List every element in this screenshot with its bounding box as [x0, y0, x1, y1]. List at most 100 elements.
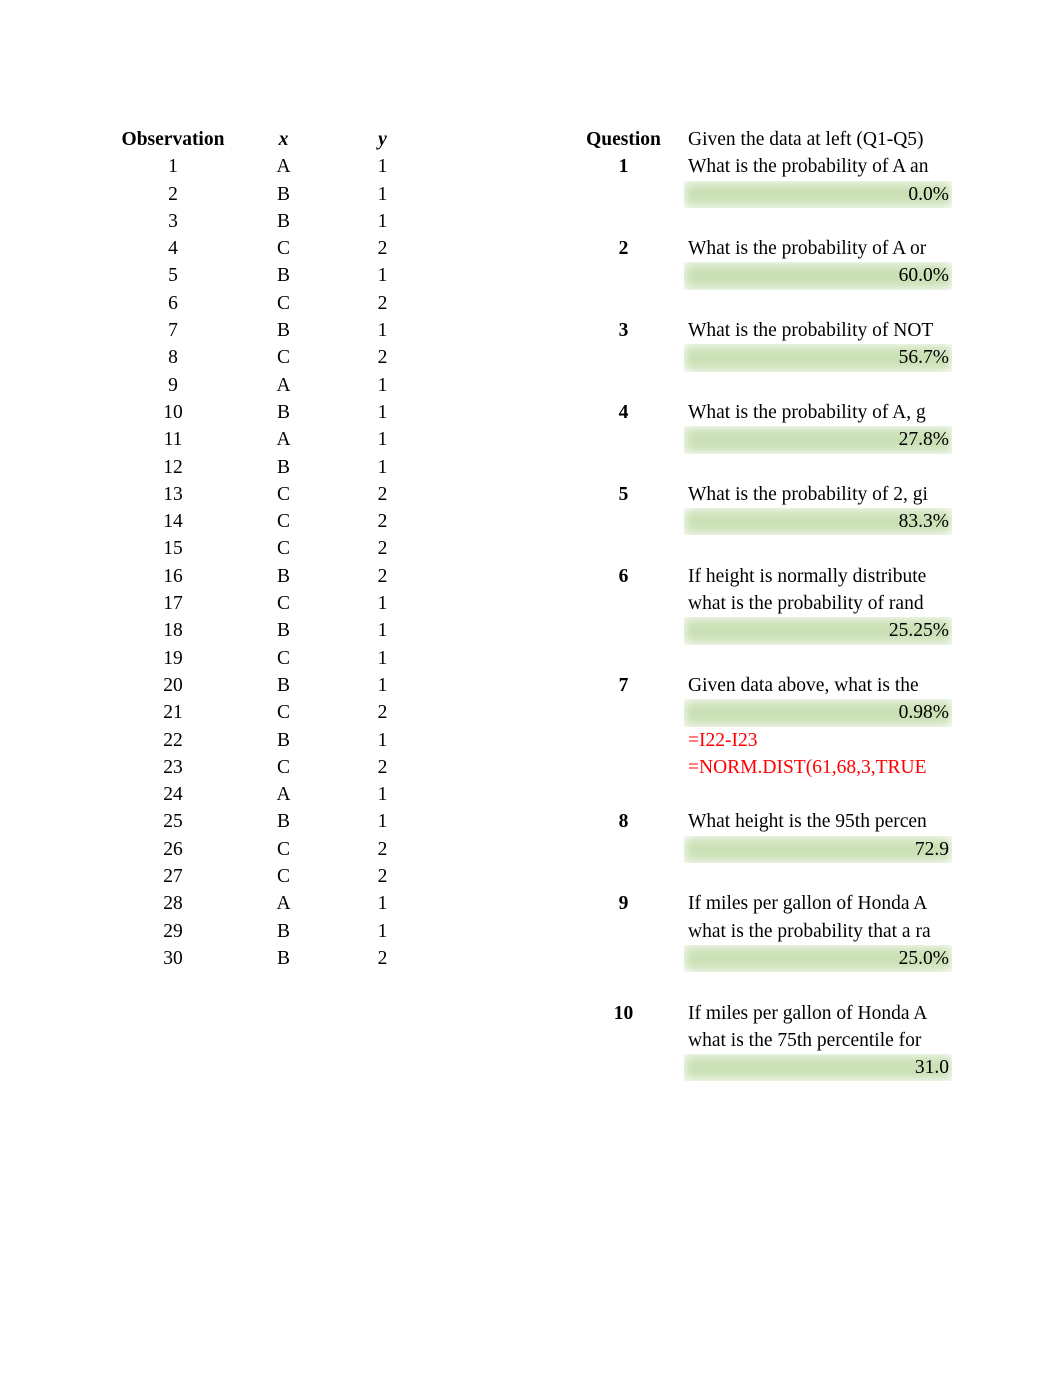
- answer-value: 25.0%: [898, 947, 949, 969]
- cell-x: A: [276, 893, 291, 915]
- answer-value: 60.0%: [898, 265, 949, 287]
- table-row: 15 C 2: [112, 535, 432, 562]
- cell-x: B: [276, 729, 290, 751]
- cell-x: B: [276, 401, 290, 423]
- formula-text: =NORM.DIST(61,68,3,TRUE: [688, 756, 927, 778]
- cell-x: C: [276, 866, 290, 888]
- answer-value: 31.0: [914, 1057, 949, 1079]
- cell-x: C: [276, 238, 290, 260]
- cell-observation: 29: [163, 920, 183, 942]
- table-row: 1 A 1: [112, 153, 432, 180]
- question-number: 8: [618, 811, 629, 833]
- answer-row: 25.25%: [575, 617, 955, 644]
- cell-x: C: [276, 538, 290, 560]
- questions-column-header: Question: [586, 129, 661, 150]
- cell-y: 2: [377, 756, 388, 778]
- cell-x: A: [276, 156, 291, 178]
- question-number: 10: [613, 1002, 634, 1024]
- question-number: 3: [618, 320, 629, 342]
- cell-observation: 3: [168, 210, 178, 232]
- table-row: 13 C 2: [112, 481, 432, 508]
- answer-value: 27.8%: [898, 429, 949, 451]
- cell-observation: 21: [163, 702, 183, 724]
- table-row: 22 B 1: [112, 727, 432, 754]
- cell-observation: 28: [163, 893, 183, 915]
- question-number: 9: [618, 893, 629, 915]
- cell-x: B: [276, 620, 290, 642]
- answer-cell[interactable]: 83.3%: [684, 508, 952, 535]
- cell-observation: 14: [163, 511, 183, 533]
- question-row: what is the probability that a ra: [575, 918, 955, 945]
- question-text: Given data above, what is the: [688, 674, 919, 696]
- cell-y: 1: [377, 674, 388, 696]
- table-row: 11 A 1: [112, 426, 432, 453]
- question-text: What height is the 95th percen: [688, 811, 927, 833]
- question-text: What is the probability of NOT: [688, 320, 934, 342]
- spacer-row: [575, 535, 955, 562]
- spacer-row: [575, 1081, 955, 1108]
- cell-y: 2: [377, 866, 388, 888]
- answer-value: 0.0%: [908, 183, 949, 205]
- answer-value: 0.98%: [898, 702, 949, 724]
- answer-cell[interactable]: 25.25%: [684, 617, 952, 644]
- answer-cell[interactable]: 0.0%: [684, 181, 952, 208]
- formula-row: =NORM.DIST(61,68,3,TRUE: [575, 754, 955, 781]
- answer-cell[interactable]: 72.9: [684, 836, 952, 863]
- cell-observation: 16: [163, 565, 183, 587]
- cell-x: C: [276, 347, 290, 369]
- table-row: 25 B 1: [112, 808, 432, 835]
- answer-cell[interactable]: 27.8%: [684, 426, 952, 453]
- table-row: 20 B 1: [112, 672, 432, 699]
- data-table-body: 1 A 1 2 B 1 3 B 1 4 C 2 5 B 1 6 C 2 7 B 1 8 C 2 9 A 1 10 B 1 11 A 1 12 B 1 1…: [112, 153, 432, 972]
- question-text: If miles per gallon of Honda A: [688, 1002, 928, 1024]
- table-header-row: Observation x y: [112, 126, 432, 153]
- answer-cell[interactable]: 0.98%: [684, 699, 952, 726]
- table-row: 14 C 2: [112, 508, 432, 535]
- spacer-row: [575, 290, 955, 317]
- question-text: What is the probability of A, g: [688, 401, 926, 423]
- cell-observation: 11: [163, 429, 183, 451]
- cell-observation: 18: [163, 620, 183, 642]
- question-number: 6: [618, 565, 629, 587]
- cell-x: B: [276, 674, 290, 696]
- cell-y: 2: [377, 538, 388, 560]
- cell-y: 1: [377, 320, 388, 342]
- cell-observation: 22: [163, 729, 183, 751]
- answer-cell[interactable]: 56.7%: [684, 344, 952, 371]
- cell-y: 1: [377, 265, 388, 287]
- table-row: 17 C 1: [112, 590, 432, 617]
- cell-x: B: [276, 210, 290, 232]
- question-row: 1 What is the probability of A an: [575, 153, 955, 180]
- answer-row: 0.0%: [575, 181, 955, 208]
- cell-x: A: [276, 429, 291, 451]
- data-table-grid: Observation x y 1A12B13B14C25B16C27B18C2…: [112, 126, 432, 972]
- question-row: 7 Given data above, what is the: [575, 672, 955, 699]
- question-number: 7: [618, 674, 629, 696]
- cell-x: B: [276, 320, 290, 342]
- observation-data-table: Observation x y 1A12B13B14C25B16C27B18C2…: [112, 126, 432, 972]
- cell-x: C: [276, 593, 290, 615]
- question-text: what is the probability of rand: [688, 593, 924, 615]
- cell-x: B: [276, 265, 290, 287]
- cell-y: 2: [377, 483, 388, 505]
- answer-value: 83.3%: [898, 511, 949, 533]
- questions-panel: Question Given the data at left (Q1-Q5) …: [575, 126, 955, 1109]
- question-text: What is the probability of A an: [688, 156, 929, 178]
- cell-y: 1: [377, 374, 388, 396]
- cell-y: 1: [377, 920, 388, 942]
- answer-cell[interactable]: 31.0: [684, 1054, 952, 1081]
- cell-x: B: [276, 920, 290, 942]
- answer-cell[interactable]: 60.0%: [684, 262, 952, 289]
- answer-row: 31.0: [575, 1054, 955, 1081]
- cell-x: C: [276, 292, 290, 314]
- table-row: 6 C 2: [112, 290, 432, 317]
- question-text: What is the probability of 2, gi: [688, 483, 928, 505]
- answer-row: 25.0%: [575, 945, 955, 972]
- table-row: 16 B 2: [112, 563, 432, 590]
- cell-observation: 26: [163, 838, 183, 860]
- question-text: what is the probability that a ra: [688, 920, 931, 942]
- cell-observation: 25: [163, 811, 183, 833]
- question-row: 6 If height is normally distribute: [575, 563, 955, 590]
- answer-cell[interactable]: 25.0%: [684, 945, 952, 972]
- table-row: 2 B 1: [112, 181, 432, 208]
